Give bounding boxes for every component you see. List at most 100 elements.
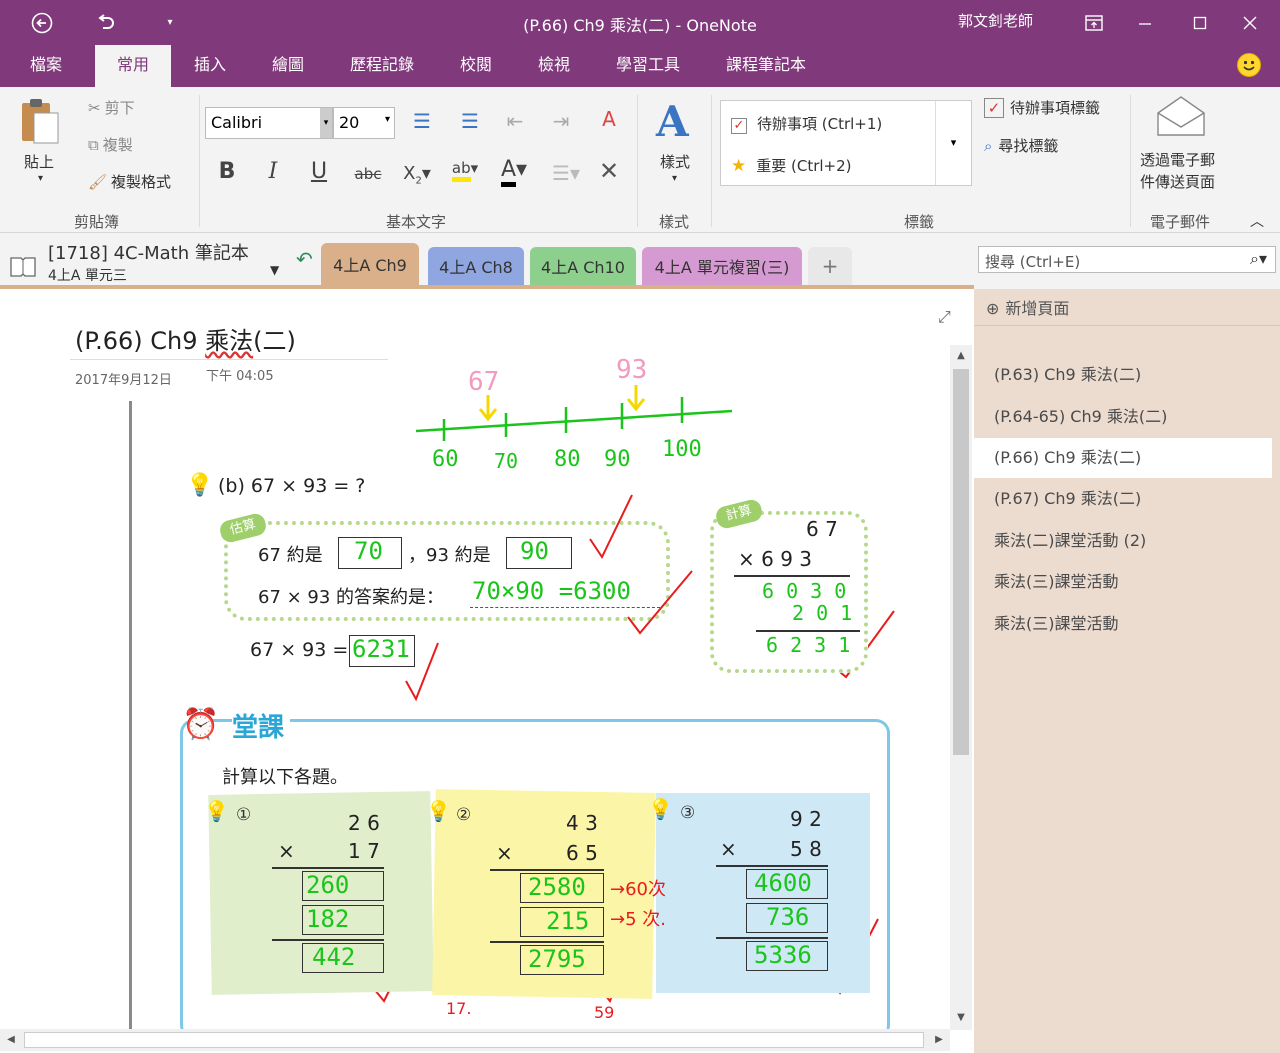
- scroll-up-icon[interactable]: ▲: [950, 345, 972, 367]
- paste-dropdown-icon: ▾: [38, 173, 44, 184]
- tab-view[interactable]: 檢視: [524, 45, 584, 87]
- numbering-icon[interactable]: ☰: [450, 109, 490, 133]
- copy-button[interactable]: ⧉ 複製: [88, 134, 133, 155]
- todo-tag-label: 待辦事項標籤: [1010, 99, 1101, 117]
- tab-insert[interactable]: 插入: [180, 45, 240, 87]
- page-list-item[interactable]: (P.64-65) Ch9 乘法(二): [974, 397, 1272, 437]
- format-painter-button[interactable]: 🖌 複製格式: [88, 171, 171, 192]
- scroll-right-icon[interactable]: ▶: [928, 1029, 950, 1051]
- subscript-icon[interactable]: X2▾: [396, 163, 438, 187]
- page-list-item[interactable]: (P.63) Ch9 乘法(二): [974, 355, 1272, 395]
- scroll-thumb[interactable]: [24, 1032, 924, 1048]
- problem-1-a: 2 6: [348, 811, 380, 835]
- chevron-down-icon: ▾: [320, 108, 332, 138]
- user-name[interactable]: 郭文釗老師: [958, 10, 1033, 31]
- font-color-icon[interactable]: A▾: [492, 157, 536, 187]
- tag-important-label: 重要 (Ctrl+2): [756, 157, 852, 175]
- scroll-thumb[interactable]: [953, 369, 969, 755]
- font-name-select[interactable]: Calibri ▾: [205, 107, 333, 139]
- tab-class-notebook[interactable]: 課程筆記本: [714, 45, 818, 87]
- section-tab-ch10[interactable]: 4上A Ch10: [530, 247, 636, 285]
- email-group-label: 電子郵件: [1150, 213, 1211, 231]
- paste-label: 貼上: [24, 153, 55, 171]
- ribbon-tabs: 檔案 常用 插入 繪圖 歷程記錄 校閱 檢視 學習工具 課程筆記本: [0, 45, 1280, 87]
- page-list-item[interactable]: 乘法(三)課堂活動: [974, 604, 1272, 644]
- font-name-value: Calibri: [211, 113, 263, 132]
- problem-1-b: 1 7: [348, 839, 380, 863]
- ribbon-display-options-icon[interactable]: [1080, 0, 1108, 45]
- tag-important[interactable]: ★ 重要 (Ctrl+2): [731, 155, 852, 176]
- italic-icon[interactable]: I: [260, 159, 286, 184]
- tab-history[interactable]: 歷程記錄: [338, 45, 426, 87]
- collapse-ribbon-icon[interactable]: ︿: [1250, 211, 1264, 231]
- section-tab-review[interactable]: 4上A 單元複習(三): [642, 247, 802, 285]
- tab-review[interactable]: 校閱: [446, 45, 506, 87]
- lesson-title: 堂課: [232, 707, 291, 744]
- tab-home[interactable]: 常用: [95, 45, 171, 87]
- vertical-scrollbar[interactable]: ▲ ▼: [950, 345, 972, 1030]
- brush-icon: 🖌: [88, 173, 108, 191]
- search-input[interactable]: 搜尋 (Ctrl+E) ⌕▾: [978, 246, 1276, 273]
- highlight-icon[interactable]: ab▾: [442, 159, 488, 182]
- scroll-left-icon[interactable]: ◀: [0, 1029, 22, 1051]
- page-list-item[interactable]: 乘法(二)課堂活動 (2): [974, 521, 1272, 561]
- font-size-select[interactable]: 20 ▾: [333, 107, 395, 139]
- add-section-button[interactable]: +: [808, 247, 852, 285]
- tags-gallery-dropdown-icon[interactable]: ▾: [935, 101, 971, 185]
- notebook-selector[interactable]: [1718] 4C-Math 筆記本 4上A 單元三 ▼: [8, 237, 288, 284]
- strikethrough-icon[interactable]: abc: [348, 165, 388, 183]
- paragraph-align-icon[interactable]: ☰▾: [546, 161, 586, 185]
- todo-tag-button[interactable]: ✓ 待辦事項標籤: [984, 97, 1100, 118]
- tab-learning-tools[interactable]: 學習工具: [604, 45, 692, 87]
- problem-1-sum: 442: [312, 943, 356, 971]
- problem-3-a: 9 2: [790, 807, 822, 831]
- increase-indent-icon[interactable]: ⇥: [546, 109, 576, 133]
- maximize-icon[interactable]: [1180, 0, 1220, 45]
- tab-draw[interactable]: 繪圖: [258, 45, 318, 87]
- cut-label: 剪下: [104, 99, 135, 117]
- find-tags-button[interactable]: ⌕ 尋找標籤: [984, 135, 1058, 156]
- problem-2-times: ×: [496, 841, 513, 865]
- horizontal-scrollbar[interactable]: ◀ ▶: [0, 1029, 950, 1051]
- bold-icon[interactable]: B: [214, 159, 240, 184]
- section-tab-ch8[interactable]: 4上A Ch8: [428, 247, 524, 285]
- page-list-item[interactable]: 乘法(三)課堂活動: [974, 562, 1272, 602]
- copy-label: 複製: [102, 136, 133, 154]
- tags-gallery: ✓ 待辦事項 (Ctrl+1) ★ 重要 (Ctrl+2) ▾: [720, 100, 972, 186]
- divider: [1130, 95, 1131, 227]
- decrease-indent-icon[interactable]: ⇤: [500, 109, 530, 133]
- minimize-icon[interactable]: [1125, 0, 1165, 45]
- plus-circle-icon: ⊕: [986, 299, 1000, 318]
- delete-icon[interactable]: ✕: [592, 157, 626, 185]
- lightbulb-icon: 💡: [204, 799, 229, 823]
- close-icon[interactable]: [1230, 0, 1270, 45]
- bullets-icon[interactable]: ☰: [402, 109, 442, 133]
- problem-3-sum: 5336: [754, 941, 812, 969]
- problem-2-a: 4 3: [566, 811, 598, 835]
- problem-2-number: ②: [456, 805, 472, 825]
- email-page-button[interactable]: 透過電子郵 件傳送頁面: [1136, 93, 1226, 201]
- page-list-item[interactable]: (P.67) Ch9 乘法(二): [974, 479, 1272, 519]
- problem-1-partial-2: 182: [306, 905, 350, 933]
- scroll-down-icon[interactable]: ▼: [950, 1007, 972, 1029]
- feedback-smiley-icon[interactable]: [1237, 53, 1261, 77]
- rule: [272, 867, 384, 869]
- section-tab-ch9[interactable]: 4上A Ch9: [321, 243, 419, 285]
- cut-button[interactable]: ✂ 剪下: [88, 97, 135, 118]
- navigate-up-icon[interactable]: ↶: [296, 247, 313, 271]
- page-list-item-selected[interactable]: (P.66) Ch9 乘法(二): [974, 438, 1272, 478]
- tag-todo[interactable]: ✓ 待辦事項 (Ctrl+1): [731, 113, 882, 134]
- clear-formatting-icon[interactable]: A: [592, 107, 626, 131]
- page-canvas[interactable]: ⤢ (P.66) Ch9 乘法(二) 2017年9月12日 下午 04:05 6…: [0, 289, 974, 1053]
- bottom-note-59: 59: [594, 1003, 615, 1022]
- problem-2-note-2: →5 次.: [610, 909, 666, 930]
- styles-button[interactable]: A 樣式 ▾: [648, 97, 704, 197]
- calc-mul: × 6 9 3: [738, 547, 813, 571]
- bottom-note-17: 17.: [446, 999, 472, 1018]
- add-page-button[interactable]: ⊕ 新增頁面: [986, 295, 1069, 319]
- underline-icon[interactable]: U: [306, 159, 332, 184]
- styles-group-label: 樣式: [659, 213, 690, 231]
- tab-file[interactable]: 檔案: [14, 45, 78, 87]
- full-page-view-icon[interactable]: ⤢: [938, 307, 951, 327]
- paste-button[interactable]: 貼上 ▾: [12, 95, 68, 199]
